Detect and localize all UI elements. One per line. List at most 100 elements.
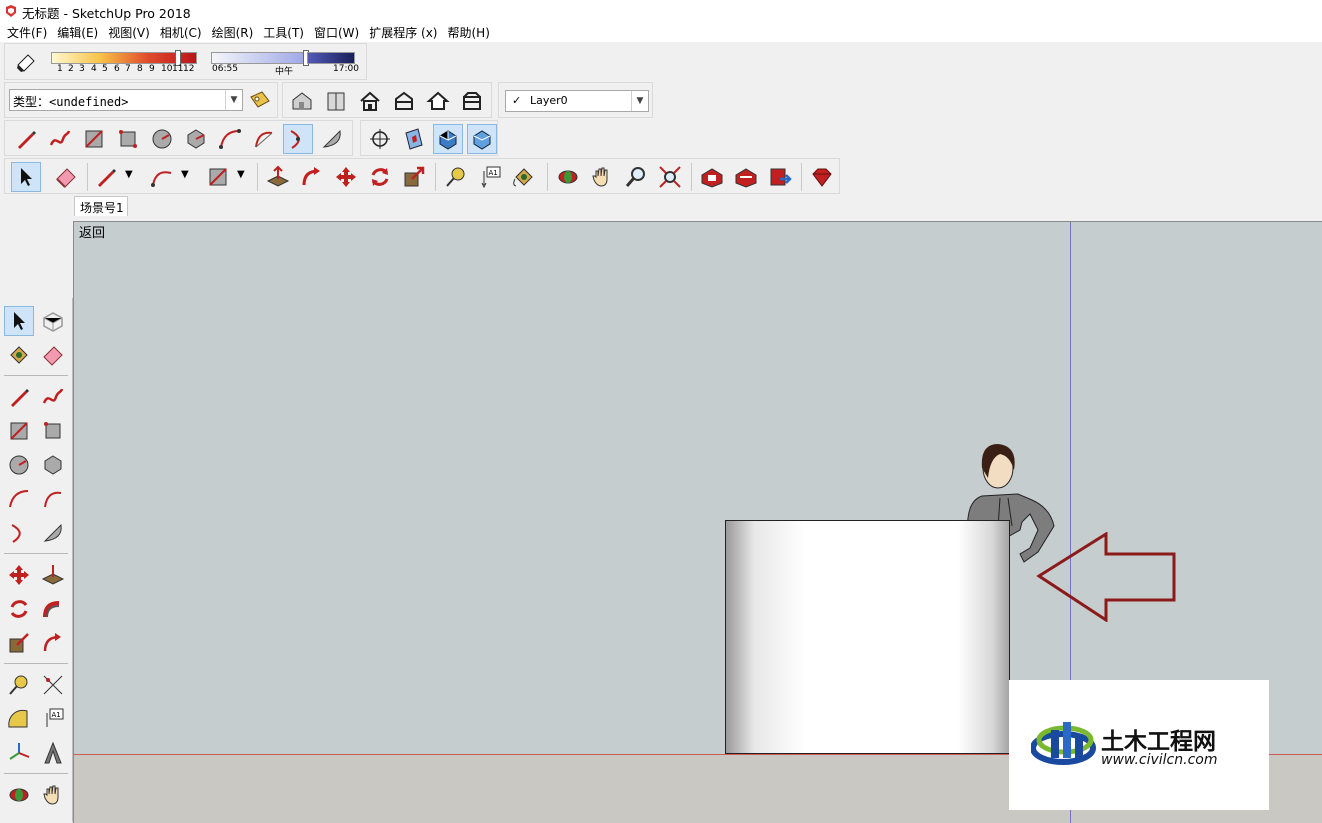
left-view-button[interactable] [457,86,487,116]
share-model-button[interactable] [731,162,761,192]
rectangle-tool-button[interactable] [79,124,109,154]
polygon-tool-button[interactable] [181,124,211,154]
protractor-left[interactable] [4,704,34,734]
paint-bucket-left[interactable] [4,340,34,370]
arc-tool-button[interactable] [215,124,245,154]
month-2: 2 [68,64,74,74]
three-point-arc-left[interactable] [4,518,34,548]
orbit-tool-button[interactable] [553,162,583,192]
show-section-plane-button[interactable] [433,124,463,154]
make-component-left[interactable] [38,306,68,336]
axes-icon [9,743,30,760]
chevron-down-icon[interactable]: ▼ [237,169,245,180]
menu-window[interactable]: 窗口(W) [310,22,365,42]
annotation-arrow [1036,532,1176,622]
two-point-arc-left[interactable] [38,484,68,514]
warehouse-button[interactable] [697,162,727,192]
share-component-button[interactable] [765,162,795,192]
back-house-icon [426,91,450,110]
shadows-toolbar: 1 2 3 4 5 6 7 8 9 10 11 12 06:55 中午 17:0… [4,43,367,80]
select-tool-button[interactable] [11,162,41,192]
time-slider[interactable] [211,52,305,64]
rectangle-left[interactable] [4,416,34,446]
text-left[interactable]: A1 [38,704,68,734]
menu-file[interactable]: 文件(F) [3,22,53,42]
text-tool-button[interactable]: A1 [475,162,505,192]
menu-edit[interactable]: 编辑(E) [53,22,104,42]
type-select[interactable]: 类型：<undefined> ▼ [9,89,243,111]
pan-left[interactable] [38,780,68,810]
rectangle-tool-main-button[interactable] [203,162,233,192]
month-4: 4 [91,64,97,74]
back-view-button[interactable] [423,86,453,116]
offset-left[interactable] [38,628,68,658]
axes-left[interactable] [4,738,34,768]
iso-view-button[interactable] [287,86,317,116]
follow-me-left[interactable] [38,594,68,624]
eraser-left[interactable] [38,340,68,370]
freehand-tool-button[interactable] [45,124,75,154]
move-left[interactable] [4,560,34,590]
menu-camera[interactable]: 相机(C) [156,22,208,42]
zoom-tool-button[interactable] [621,162,651,192]
orbit-left[interactable] [4,780,34,810]
line-tool-main-button[interactable] [91,162,121,192]
circle-left[interactable] [4,450,34,480]
rotate-left[interactable] [4,594,34,624]
front-view-button[interactable] [355,86,385,116]
menu-view[interactable]: 视图(V) [104,22,156,42]
hand-pan-icon [43,785,59,805]
3d-text-left[interactable] [38,738,68,768]
rectangle-icon [209,168,227,186]
rotate-tool-button[interactable] [365,162,395,192]
paint-bucket-button[interactable] [509,162,539,192]
right-view-button[interactable] [389,86,419,116]
scale-tool-button[interactable] [399,162,429,192]
tape-measure-button[interactable] [441,162,471,192]
rotated-rectangle-left[interactable] [38,416,68,446]
top-view-button[interactable] [321,86,351,116]
move-tool-button[interactable] [331,162,361,192]
eraser-icon [43,346,63,366]
dimension-left[interactable] [38,670,68,700]
arc-tool-main-button[interactable] [147,162,177,192]
chevron-down-icon[interactable]: ▼ [181,169,189,180]
push-pull-left[interactable] [38,560,68,590]
eraser-tool-button[interactable] [51,162,81,192]
rotated-rectangle-button[interactable] [113,124,143,154]
position-camera-button[interactable] [365,124,395,154]
freehand-left[interactable] [38,382,68,412]
menu-tools[interactable]: 工具(T) [259,22,310,42]
menu-extensions[interactable]: 扩展程序 (x) [365,22,443,42]
extension-warehouse-button[interactable] [807,162,837,192]
chevron-down-icon[interactable]: ▼ [125,169,133,180]
select-tool-left[interactable] [4,306,34,336]
drawing-viewport[interactable]: 返回 土木工程网 www.civilcn.com [73,221,1322,823]
pie-tool-button[interactable] [317,124,347,154]
tape-measure-left[interactable] [4,670,34,700]
zoom-extents-button[interactable] [655,162,685,192]
scale-left[interactable] [4,628,34,658]
cylinder-object[interactable] [725,520,1010,754]
pie-left[interactable] [38,518,68,548]
circle-tool-button[interactable] [147,124,177,154]
follow-me-button[interactable] [297,162,327,192]
arc-left[interactable] [4,484,34,514]
shadow-toggle-button[interactable] [11,47,41,77]
menu-help[interactable]: 帮助(H) [443,22,495,42]
three-point-arc-button[interactable] [283,124,313,154]
section-plane-button[interactable] [399,124,429,154]
line-tool-button[interactable] [11,124,41,154]
pan-tool-button[interactable] [587,162,617,192]
show-section-cut-button[interactable] [467,124,497,154]
freehand-icon [42,388,64,404]
line-tool-left[interactable] [4,382,34,412]
layer-select[interactable]: ✓ Layer0 ▼ [505,90,649,112]
menu-draw[interactable]: 绘图(R) [208,22,260,42]
push-pull-button[interactable] [263,162,293,192]
classifier-button[interactable] [245,86,275,116]
polygon-left[interactable] [38,450,68,480]
two-point-arc-button[interactable] [249,124,279,154]
text-label-icon: A1 [46,708,64,727]
scene-tab-1[interactable]: 场景号1 [74,196,128,216]
